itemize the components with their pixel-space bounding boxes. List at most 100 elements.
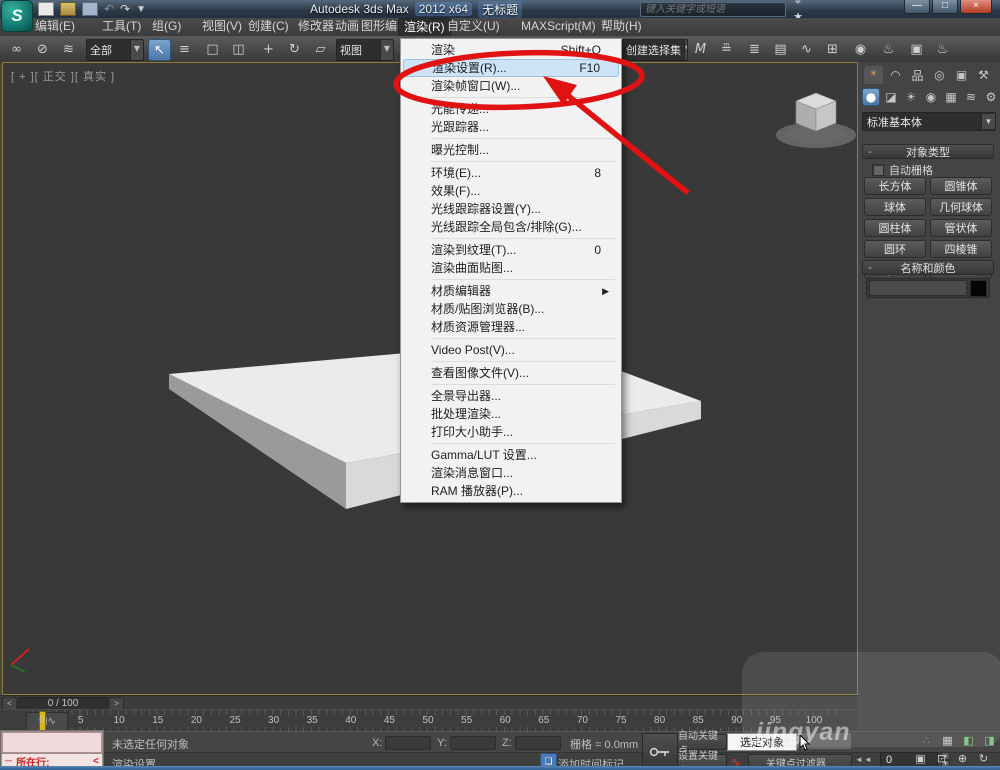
select-object-button[interactable]: ↖	[148, 39, 171, 61]
create-cameras-button[interactable]: ◉	[922, 88, 940, 106]
rendered-frame-window-button[interactable]: ▣	[906, 39, 927, 59]
object-type-button[interactable]: 球体	[864, 198, 926, 216]
object-type-button[interactable]: 圆锥体	[930, 177, 992, 195]
create-spacewarps-button[interactable]: ≋	[962, 88, 980, 106]
select-by-name-button[interactable]: ≡	[174, 39, 195, 59]
rectangular-selection-region-button[interactable]: □	[202, 39, 223, 59]
object-type-button[interactable]: 长方体	[864, 177, 926, 195]
communication-icon[interactable]: ⌖	[790, 0, 806, 9]
tab-hierarchy[interactable]: 品	[908, 66, 927, 84]
window-crossing-button[interactable]: ◫	[228, 39, 249, 59]
search-input[interactable]	[640, 2, 786, 17]
object-type-button[interactable]: 圆环	[864, 240, 926, 258]
object-type-button[interactable]: 管状体	[930, 219, 992, 237]
menu-views[interactable]: 视图(V)	[197, 18, 247, 35]
menu-item-panorama-exporter[interactable]: 全景导出器...	[401, 387, 621, 405]
create-lights-button[interactable]: ☀	[902, 88, 920, 106]
undo-icon[interactable]: ↶	[104, 2, 114, 16]
menu-item-raytrace-global[interactable]: 光线跟踪全局包含/排除(G)...	[401, 218, 621, 236]
graphite-ribbon-button[interactable]: ▤	[770, 39, 791, 59]
selection-filter-dropdown[interactable]: 全部▼	[86, 39, 144, 61]
zoom-region-button[interactable]: ⊡	[933, 751, 950, 766]
new-file-icon[interactable]	[38, 2, 54, 16]
mini-curve-editor-button[interactable]: ▤∿	[26, 712, 68, 732]
material-editor-button[interactable]: ◉	[850, 39, 871, 59]
open-file-icon[interactable]	[60, 2, 76, 16]
previous-frame-transport-icon[interactable]: ◄◄	[855, 755, 873, 764]
viewport-label[interactable]: [ + ][ 正交 ][ 真实 ]	[11, 68, 115, 84]
maximize-button[interactable]: □	[932, 0, 958, 14]
unlink-selection-button[interactable]: ⊘	[32, 39, 53, 59]
menu-item-gamma-lut[interactable]: Gamma/LUT 设置...	[401, 446, 621, 464]
object-type-button[interactable]: 四棱锥	[930, 240, 992, 258]
menu-edit[interactable]: 编辑(E)	[30, 18, 80, 35]
orbit-button[interactable]: ↻	[975, 751, 992, 766]
menu-item-ram-player[interactable]: RAM 播放器(P)...	[401, 482, 621, 500]
manage-layers-button[interactable]: ≣	[744, 39, 765, 59]
macro-recorder-field[interactable]	[2, 732, 102, 753]
name-input[interactable]	[869, 280, 967, 296]
schematic-view-button[interactable]: ⊞	[822, 39, 843, 59]
bind-to-space-warp-button[interactable]: ≋	[58, 39, 79, 59]
listener-expand-icon[interactable]: <	[93, 756, 99, 767]
menu-help[interactable]: 帮助(H)	[596, 18, 647, 35]
menu-item-radiosity[interactable]: 光能传递...	[401, 100, 621, 118]
redo-icon[interactable]: ↷	[120, 2, 130, 16]
menu-item-render-message-window[interactable]: 渲染消息窗口...	[401, 464, 621, 482]
menu-tools[interactable]: 工具(T)	[97, 18, 146, 35]
maximize-viewport-button[interactable]: ◰	[996, 751, 1000, 766]
menu-item-view-image-file[interactable]: 查看图像文件(V)...	[401, 364, 621, 382]
object-type-button[interactable]: 圆柱体	[864, 219, 926, 237]
menu-item-raytracer-settings[interactable]: 光线跟踪器设置(Y)...	[401, 200, 621, 218]
named-selection-sets-dropdown[interactable]: 创建选择集▼	[622, 39, 688, 61]
create-helpers-button[interactable]: ▦	[942, 88, 960, 106]
tab-create[interactable]: *	[864, 66, 883, 84]
object-type-rollout-header[interactable]: - 对象类型	[862, 144, 994, 159]
menu-item-render-setup[interactable]: 渲染设置(R)... F10	[403, 59, 619, 77]
menu-item-render-surface-map[interactable]: 渲染曲面贴图...	[401, 259, 621, 277]
curve-editor-button[interactable]: ∿	[796, 39, 817, 59]
track-bar[interactable]: ▤∿ 0510152025303540455055606570758085909…	[0, 709, 858, 731]
menu-item-environment[interactable]: 环境(E)... 8	[401, 164, 621, 182]
primitive-category-dropdown[interactable]: 标准基本体 ▼	[862, 112, 996, 131]
menu-item-light-tracer[interactable]: 光跟踪器...	[401, 118, 621, 136]
menu-maxscript[interactable]: MAXScript(M)	[516, 18, 601, 35]
create-systems-button[interactable]: ⚙	[982, 88, 1000, 106]
menu-item-render[interactable]: 渲染 Shift+Q	[401, 41, 621, 59]
menu-item-effects[interactable]: 效果(F)...	[401, 182, 621, 200]
menu-group[interactable]: 组(G)	[147, 18, 186, 35]
y-coordinate-field[interactable]	[450, 736, 496, 750]
x-coordinate-field[interactable]	[385, 736, 431, 750]
reference-coordinate-dropdown[interactable]: 视图▼	[336, 39, 394, 61]
menu-item-render-to-texture[interactable]: 渲染到纹理(T)... 0	[401, 241, 621, 259]
z-coordinate-field[interactable]	[515, 736, 561, 750]
menu-item-video-post[interactable]: Video Post(V)...	[401, 341, 621, 359]
menu-item-material-explorer[interactable]: 材质资源管理器...	[401, 318, 621, 336]
minimize-button[interactable]: —	[904, 0, 930, 14]
app-logo-icon[interactable]: S	[1, 0, 33, 32]
tab-motion[interactable]: ◎	[930, 66, 949, 84]
render-production-button[interactable]: ♨	[932, 39, 953, 59]
tab-modify[interactable]: ◠	[886, 66, 905, 84]
render-setup-button[interactable]: ♨	[878, 39, 899, 59]
menu-item-rendered-frame-window[interactable]: 渲染帧窗口(W)...	[401, 77, 621, 95]
align-button[interactable]: ≞	[716, 39, 737, 59]
menu-item-material-map-browser[interactable]: 材质/贴图浏览器(B)...	[401, 300, 621, 318]
select-and-move-button[interactable]: +	[258, 39, 279, 59]
menu-item-batch-render[interactable]: 批处理渲染...	[401, 405, 621, 423]
autogrid-checkbox[interactable]: 自动栅格	[872, 162, 933, 178]
object-color-swatch[interactable]	[970, 280, 987, 297]
close-button[interactable]: ×	[960, 0, 992, 14]
select-and-scale-button[interactable]: ▱	[310, 39, 331, 59]
mirror-button[interactable]: M	[690, 39, 711, 59]
set-keys-button[interactable]	[642, 733, 678, 770]
pan-view-button[interactable]: ⊕	[954, 751, 971, 766]
select-and-link-button[interactable]: ∞	[6, 39, 27, 59]
menu-create[interactable]: 创建(C)	[243, 18, 294, 35]
create-shapes-button[interactable]: ◪	[882, 88, 900, 106]
time-configuration-button[interactable]: ▣	[912, 751, 929, 766]
object-type-button[interactable]: 几何球体	[930, 198, 992, 216]
menu-customize[interactable]: 自定义(U)	[442, 18, 505, 35]
tab-display[interactable]: ▣	[952, 66, 971, 84]
tab-utilities[interactable]: ⚒	[974, 66, 993, 84]
